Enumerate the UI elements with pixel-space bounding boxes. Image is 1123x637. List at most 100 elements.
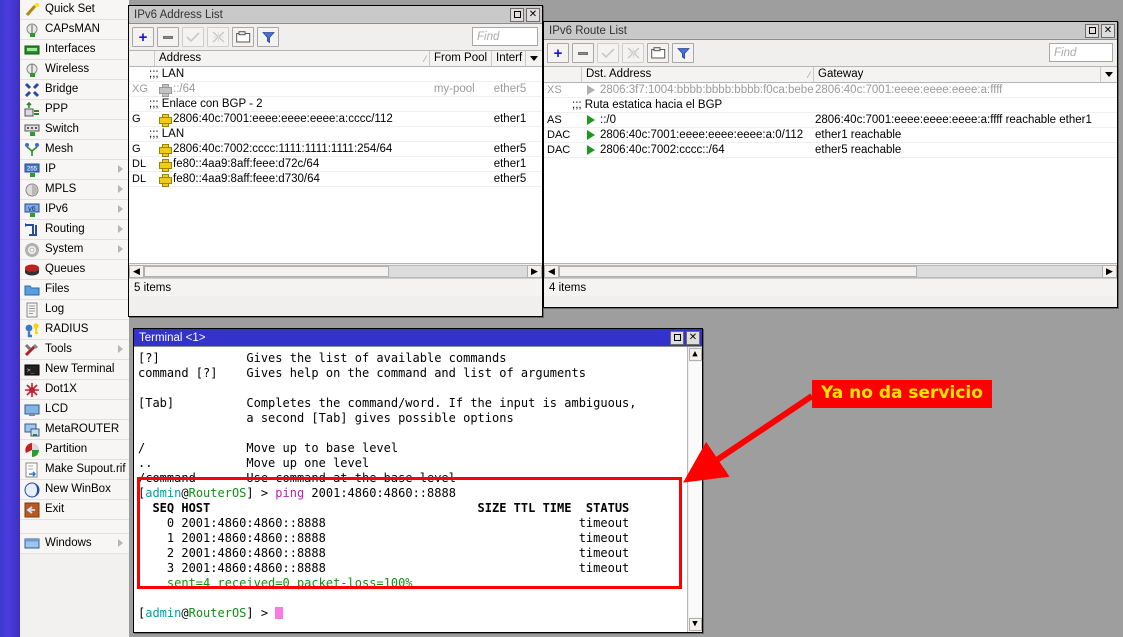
route-grid-header[interactable]: Dst. Address ⁄ Gateway xyxy=(544,66,1117,83)
close-icon[interactable]: ✕ xyxy=(526,8,540,22)
scroll-down-icon[interactable]: ▼ xyxy=(689,618,702,631)
sidebar-item-wireless[interactable]: Wireless xyxy=(20,60,129,80)
sidebar-item-make-supout-rif[interactable]: Make Supout.rif xyxy=(20,460,129,480)
column-header-from-pool[interactable]: From Pool xyxy=(430,51,492,66)
ipv6-route-list-window[interactable]: IPv6 Route List ✕ + xyxy=(543,21,1118,308)
table-row[interactable]: G2806:40c:7001:eeee:eeee:eeee:a:cccc/112… xyxy=(129,112,542,127)
sidebar-item-new-winbox[interactable]: New WinBox xyxy=(20,480,129,500)
close-icon[interactable]: ✕ xyxy=(1101,24,1115,38)
sidebar-item-radius[interactable]: RADIUS xyxy=(20,320,129,340)
vscroll-track[interactable] xyxy=(689,362,702,617)
table-row[interactable]: XG::/64my-poolether5 xyxy=(129,82,542,97)
sidebar-item-dot1x[interactable]: Dot1X xyxy=(20,380,129,400)
address-grid-header[interactable]: Address ⁄ From Pool Interf xyxy=(129,50,542,67)
scroll-right-icon[interactable]: ▶ xyxy=(1102,265,1117,278)
window-titlebar[interactable]: Terminal <1> ✕ xyxy=(134,329,702,347)
comment-button[interactable] xyxy=(647,43,669,63)
table-row[interactable]: XS2806:3f7:1004:bbbb:bbbb:bbbb:f0ca:bebe… xyxy=(544,83,1117,98)
terminal-output[interactable]: [?] Gives the list of available commands… xyxy=(134,347,702,632)
route-grid-body[interactable]: XS2806:3f7:1004:bbbb:bbbb:bbbb:f0ca:bebe… xyxy=(544,83,1117,263)
enable-button[interactable] xyxy=(597,43,619,63)
sidebar-item-files[interactable]: Files xyxy=(20,280,129,300)
hscroll-track[interactable] xyxy=(144,265,527,278)
sidebar-item-mesh[interactable]: Mesh xyxy=(20,140,129,160)
sidebar-item-capsman[interactable]: CAPsMAN xyxy=(20,20,129,40)
row-dst-address: 2806:40c:7002:cccc::/64 xyxy=(600,144,815,156)
sidebar-item-system[interactable]: System xyxy=(20,240,129,260)
sidebar-item-partition[interactable]: Partition xyxy=(20,440,129,460)
find-input[interactable]: Find xyxy=(1049,43,1113,62)
window-titlebar[interactable]: IPv6 Route List ✕ xyxy=(544,22,1117,40)
scroll-right-icon[interactable]: ▶ xyxy=(527,265,542,278)
table-row[interactable]: ;;; Ruta estatica hacia el BGP xyxy=(544,98,1117,113)
address-toolbar[interactable]: + Find xyxy=(129,24,542,50)
sidebar-item-windows[interactable]: Windows xyxy=(20,534,129,554)
scroll-left-icon[interactable]: ◀ xyxy=(544,265,559,278)
column-chooser-button[interactable] xyxy=(526,51,542,66)
close-icon[interactable]: ✕ xyxy=(686,331,700,345)
sidebar-item-routing[interactable]: Routing xyxy=(20,220,129,240)
table-row[interactable]: G2806:40c:7002:cccc:1111:1111:1111:254/6… xyxy=(129,142,542,157)
remove-button[interactable] xyxy=(572,43,594,63)
disable-button[interactable] xyxy=(622,43,644,63)
table-row[interactable]: ;;; LAN xyxy=(129,127,542,142)
filter-button[interactable] xyxy=(672,43,694,63)
disable-button[interactable] xyxy=(207,27,229,47)
sidebar-item-new-terminal[interactable]: >_New Terminal xyxy=(20,360,129,380)
sidebar-item-interfaces[interactable]: Interfaces xyxy=(20,40,129,60)
column-header-gateway[interactable]: Gateway xyxy=(814,67,1101,82)
find-input[interactable]: Find xyxy=(472,27,538,46)
terminal-window[interactable]: Terminal <1> ✕ [?] Gives the list of ava… xyxy=(133,328,703,633)
window-buttons[interactable]: ✕ xyxy=(1083,24,1117,38)
sidebar-item-switch[interactable]: Switch xyxy=(20,120,129,140)
route-hscrollbar[interactable]: ◀ ▶ xyxy=(544,263,1117,278)
maximize-icon[interactable] xyxy=(1085,24,1099,38)
sidebar-item-lcd[interactable]: LCD xyxy=(20,400,129,420)
column-header-dst-address[interactable]: Dst. Address ⁄ xyxy=(582,67,814,82)
sidebar-item-ppp[interactable]: PPP xyxy=(20,100,129,120)
remove-button[interactable] xyxy=(157,27,179,47)
hscroll-thumb[interactable] xyxy=(559,266,917,277)
add-button[interactable]: + xyxy=(132,27,154,47)
add-button[interactable]: + xyxy=(547,43,569,63)
scroll-up-icon[interactable]: ▲ xyxy=(689,348,702,361)
hscroll-track[interactable] xyxy=(559,265,1102,278)
sidebar-item-bridge[interactable]: Bridge xyxy=(20,80,129,100)
sidebar-item-queues[interactable]: Queues xyxy=(20,260,129,280)
sidebar-item-ipv6[interactable]: v6IPv6 xyxy=(20,200,129,220)
table-row[interactable]: ;;; Enlace con BGP - 2 xyxy=(129,97,542,112)
ipv6-address-list-window[interactable]: IPv6 Address List ✕ + xyxy=(128,5,543,317)
address-hscrollbar[interactable]: ◀ ▶ xyxy=(129,263,542,278)
terminal-vscrollbar[interactable]: ▲ ▼ xyxy=(687,347,702,632)
column-header-interface[interactable]: Interf xyxy=(492,51,526,66)
table-row[interactable]: AS::/02806:40c:7001:eeee:eeee:eeee:a:fff… xyxy=(544,113,1117,128)
sidebar-item-ip[interactable]: 255IP xyxy=(20,160,129,180)
route-toolbar[interactable]: + Find xyxy=(544,40,1117,66)
filter-button[interactable] xyxy=(257,27,279,47)
sidebar-item-mpls[interactable]: MPLS xyxy=(20,180,129,200)
sidebar-item-tools[interactable]: Tools xyxy=(20,340,129,360)
table-row[interactable]: DLfe80::4aa9:8aff:feee:d730/64ether5 xyxy=(129,172,542,187)
address-grid-body[interactable]: ;;; LANXG::/64my-poolether5;;; Enlace co… xyxy=(129,67,542,263)
comment-button[interactable] xyxy=(232,27,254,47)
main-menu-sidebar[interactable]: Quick SetCAPsMANInterfacesWirelessBridge… xyxy=(20,0,130,637)
sidebar-item-log[interactable]: Log xyxy=(20,300,129,320)
hscroll-thumb[interactable] xyxy=(144,266,389,277)
maximize-icon[interactable] xyxy=(510,8,524,22)
window-buttons[interactable]: ✕ xyxy=(508,8,542,22)
scroll-left-icon[interactable]: ◀ xyxy=(129,265,144,278)
row-dst-address: 2806:40c:7001:eeee:eeee:eeee:a:0/112 xyxy=(600,129,815,141)
maximize-icon[interactable] xyxy=(670,331,684,345)
window-buttons[interactable]: ✕ xyxy=(668,331,702,345)
sidebar-item-quick-set[interactable]: Quick Set xyxy=(20,0,129,20)
enable-button[interactable] xyxy=(182,27,204,47)
table-row[interactable]: DLfe80::4aa9:8aff:feee:d72c/64ether1 xyxy=(129,157,542,172)
sidebar-item-exit[interactable]: Exit xyxy=(20,500,129,520)
table-row[interactable]: DAC2806:40c:7001:eeee:eeee:eeee:a:0/112e… xyxy=(544,128,1117,143)
column-chooser-button[interactable] xyxy=(1101,67,1117,82)
table-row[interactable]: DAC2806:40c:7002:cccc::/64ether5 reachab… xyxy=(544,143,1117,158)
column-header-address[interactable]: Address ⁄ xyxy=(155,51,430,66)
table-row[interactable]: ;;; LAN xyxy=(129,67,542,82)
sidebar-item-metarouter[interactable]: MetaROUTER xyxy=(20,420,129,440)
window-titlebar[interactable]: IPv6 Address List ✕ xyxy=(129,6,542,24)
